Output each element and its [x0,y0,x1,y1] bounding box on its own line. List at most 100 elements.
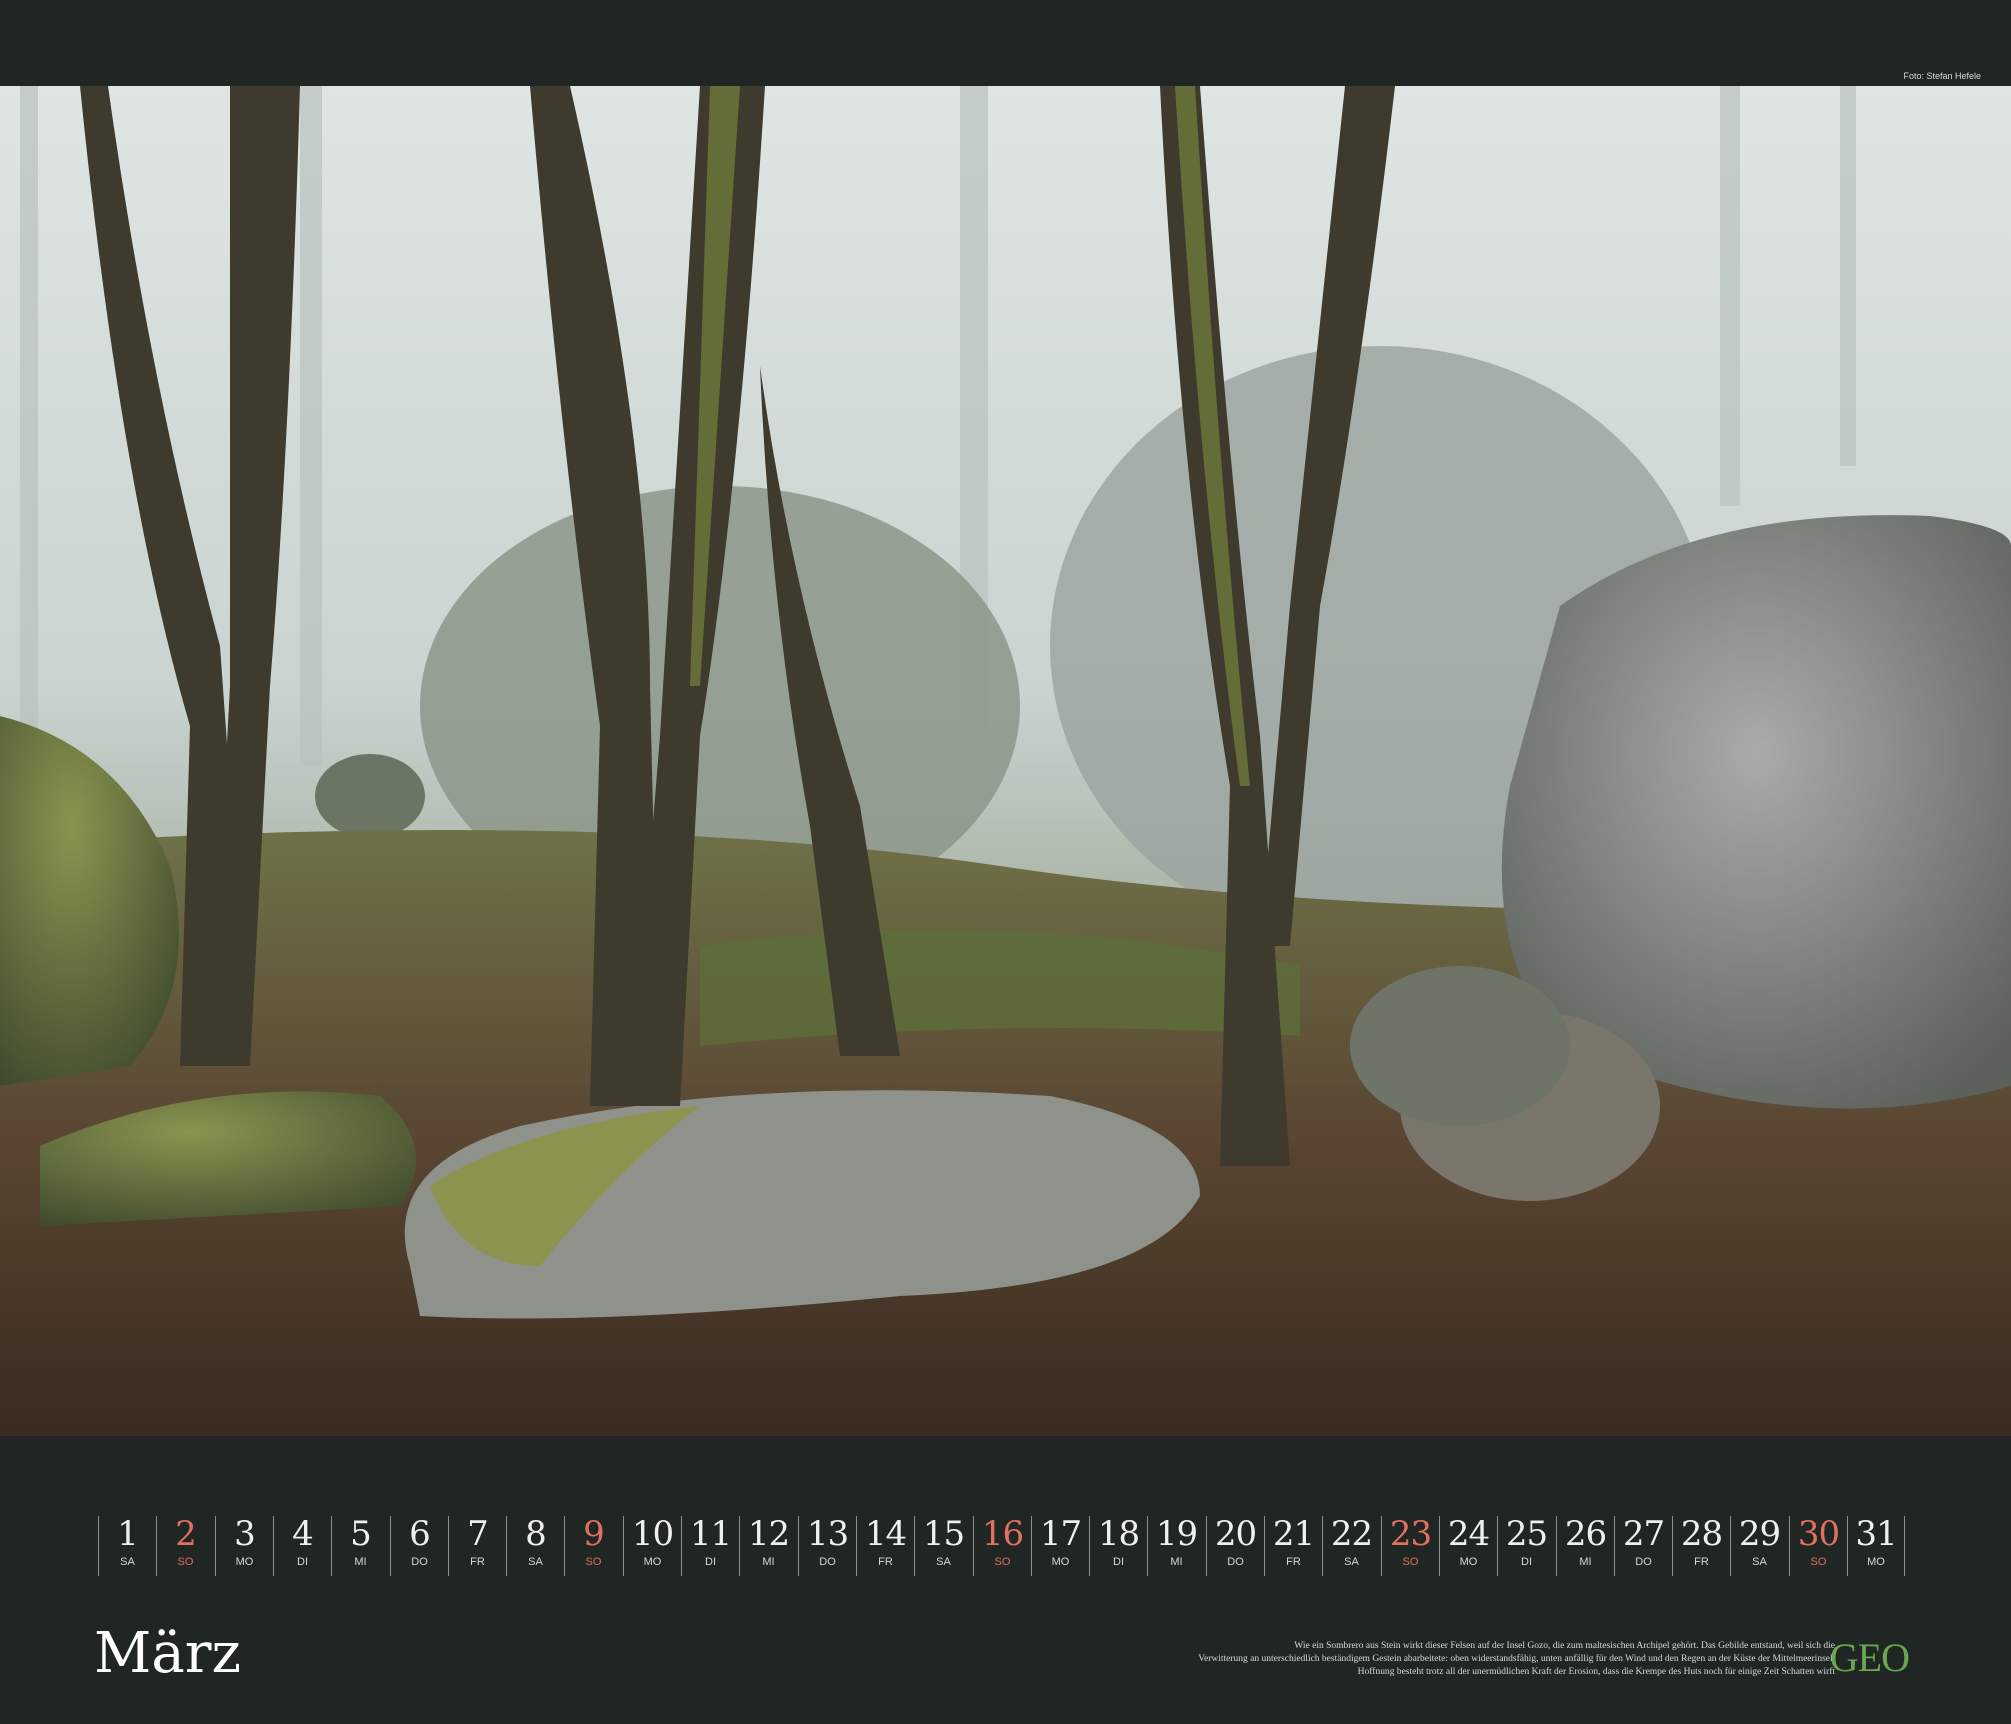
day-number: 13 [806,1514,849,1554]
day-cell: 11 DI [681,1516,739,1576]
weekday-label: MO [235,1556,254,1568]
day-cell: 22 SA [1322,1516,1380,1576]
day-cell: 1 SA [98,1516,156,1576]
day-cell: 27 DO [1614,1516,1672,1576]
weekday-label: FR [470,1556,485,1568]
day-number: 23 [1389,1514,1432,1554]
weekday-label: FR [1286,1556,1301,1568]
day-cell: 8 SA [506,1516,564,1576]
day-number: 24 [1447,1514,1490,1554]
day-cell: 20 DO [1206,1516,1264,1576]
weekday-label: FR [1694,1556,1709,1568]
photo-credit: Foto: Stefan Hefele [1903,71,1981,81]
forest-photo [0,86,2011,1436]
day-cell: 29 SA [1730,1516,1788,1576]
weekday-label: DI [1521,1556,1532,1568]
weekday-label: FR [878,1556,893,1568]
weekday-label: MO [1051,1556,1070,1568]
day-cell: 26 MI [1556,1516,1614,1576]
photo-caption: Wie ein Sombrero aus Stein wirkt dieser … [1115,1640,1835,1679]
day-number: 19 [1155,1514,1198,1554]
day-number: 21 [1272,1514,1315,1554]
weekday-label: SA [528,1556,543,1568]
day-cell: 18 DI [1089,1516,1147,1576]
weekday-label: SA [1752,1556,1767,1568]
weekday-label: MI [1579,1556,1592,1568]
day-number: 27 [1622,1514,1665,1554]
weekday-label: DI [1113,1556,1124,1568]
day-number: 9 [583,1514,605,1554]
caption-line: Wie ein Sombrero aus Stein wirkt dieser … [1294,1641,1835,1651]
weekday-label: SO [1810,1556,1827,1568]
day-cell: 13 DO [798,1516,856,1576]
weekday-label: DI [297,1556,308,1568]
day-number: 29 [1738,1514,1781,1554]
weekday-label: SO [994,1556,1011,1568]
day-cell: 24 MO [1439,1516,1497,1576]
day-cell: 2 SO [156,1516,214,1576]
day-number: 11 [689,1514,732,1554]
day-cell: 4 DI [273,1516,331,1576]
day-number: 17 [1039,1514,1082,1554]
day-cell: 6 DO [390,1516,448,1576]
day-number: 3 [234,1514,256,1554]
day-number: 4 [292,1514,314,1554]
day-number: 31 [1855,1514,1897,1554]
weekday-label: MO [643,1556,662,1568]
day-number: 1 [117,1514,139,1554]
day-number: 14 [864,1514,907,1554]
month-title: März [94,1621,241,1686]
weekday-label: DO [819,1556,836,1568]
weekday-label: SA [120,1556,135,1568]
weekday-label: SA [936,1556,951,1568]
weekday-label: SO [585,1556,602,1568]
day-cell: 23 SO [1381,1516,1439,1576]
day-number: 18 [1097,1514,1140,1554]
weekday-label: DO [411,1556,428,1568]
weekday-label: MI [1170,1556,1183,1568]
day-cell: 7 FR [448,1516,506,1576]
caption-line: Verwitterung an unterschiedlich beständi… [1198,1654,1835,1664]
day-cell: 5 MI [331,1516,389,1576]
day-cell: 31 MO [1847,1516,1905,1576]
day-number: 10 [631,1514,674,1554]
weekday-label: SO [1402,1556,1419,1568]
day-number: 7 [467,1514,489,1554]
day-number: 16 [981,1514,1024,1554]
weekday-label: DO [1227,1556,1244,1568]
weekday-label: MO [1459,1556,1478,1568]
day-cell: 10 MO [623,1516,681,1576]
day-number: 8 [525,1514,547,1554]
day-cell: 25 DI [1497,1516,1555,1576]
weekday-label: MI [354,1556,367,1568]
geo-logo: GEO [1829,1635,1910,1680]
day-cell: 17 MO [1031,1516,1089,1576]
day-cell: 14 FR [856,1516,914,1576]
day-cell: 3 MO [215,1516,273,1576]
day-cell: 21 FR [1264,1516,1322,1576]
day-number: 26 [1564,1514,1607,1554]
day-cell: 12 MI [739,1516,797,1576]
day-strip: 1 SA 2 SO 3 MO 4 DI 5 MI 6 DO 7 FR 8 SA 9 SO 10 MO 11 DI 12 MI 1… [98,1516,1915,1576]
day-number: 6 [409,1514,431,1554]
weekday-label: MO [1867,1556,1885,1568]
day-cell: 30 SO [1789,1516,1847,1576]
day-cell: 9 SO [564,1516,622,1576]
weekday-label: MI [762,1556,775,1568]
forest-illustration [0,86,2011,1436]
day-number: 28 [1680,1514,1723,1554]
day-number: 30 [1797,1514,1840,1554]
day-number: 20 [1214,1514,1257,1554]
day-cell: 16 SO [973,1516,1031,1576]
weekday-label: SA [1344,1556,1359,1568]
day-number: 5 [350,1514,372,1554]
weekday-label: SO [177,1556,194,1568]
day-number: 2 [175,1514,197,1554]
day-number: 22 [1330,1514,1373,1554]
day-cell: 28 FR [1672,1516,1730,1576]
day-cell: 19 MI [1147,1516,1205,1576]
caption-line: Hoffnung besteht trotz all der unermüdli… [1357,1667,1835,1677]
weekday-label: DI [705,1556,716,1568]
weekday-label: DO [1635,1556,1652,1568]
day-number: 12 [747,1514,790,1554]
